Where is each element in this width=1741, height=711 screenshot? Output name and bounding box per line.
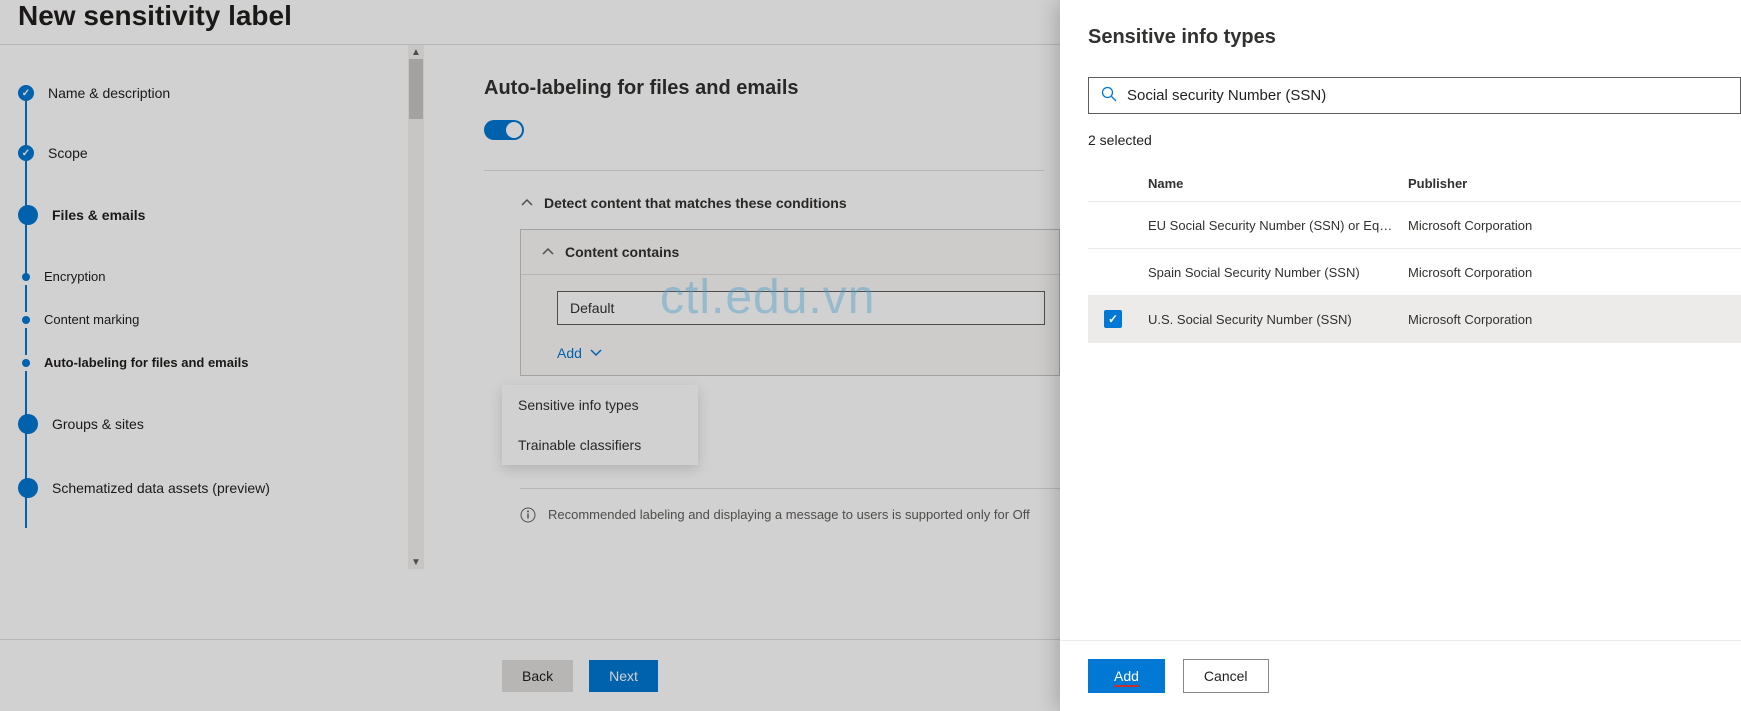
row-name: Spain Social Security Number (SSN): [1148, 265, 1408, 280]
chevron-up-icon: [541, 245, 555, 259]
chevron-down-icon: [590, 345, 602, 361]
check-icon: [18, 85, 34, 101]
autolabel-toggle[interactable]: [484, 120, 524, 140]
step-current-icon: [18, 205, 38, 225]
sensitive-info-types-panel: Sensitive info types 2 selected Name Pub…: [1060, 0, 1741, 711]
table-header: Name Publisher: [1088, 166, 1741, 202]
results-table: Name Publisher EU Social Security Number…: [1088, 166, 1741, 343]
step-encryption[interactable]: Encryption: [18, 269, 414, 284]
row-checkbox[interactable]: [1104, 310, 1122, 328]
back-button[interactable]: Back: [502, 660, 573, 692]
next-button[interactable]: Next: [589, 660, 658, 692]
substep-dot-icon: [22, 273, 30, 281]
row-publisher: Microsoft Corporation: [1408, 218, 1741, 233]
page-title: New sensitivity label: [0, 0, 1060, 45]
row-publisher: Microsoft Corporation: [1408, 312, 1741, 327]
panel-add-button[interactable]: Add: [1088, 659, 1165, 693]
step-files-emails[interactable]: Files & emails: [18, 205, 414, 225]
watermark-text: ctl.edu.vn: [660, 270, 875, 325]
step-content-marking[interactable]: Content marking: [18, 312, 414, 327]
scroll-up-arrow-icon[interactable]: ▲: [411, 47, 421, 57]
toggle-knob-icon: [506, 122, 522, 138]
substep-dot-icon: [22, 316, 30, 324]
wizard-background: New sensitivity label ▲ ▼ Name & descrip…: [0, 0, 1060, 711]
column-header-publisher[interactable]: Publisher: [1408, 176, 1741, 191]
search-box[interactable]: [1088, 77, 1741, 114]
chevron-up-icon: [520, 196, 534, 210]
menu-item-sensitive-info-types[interactable]: Sensitive info types: [502, 385, 698, 425]
add-classifier-dropdown[interactable]: Add: [521, 341, 1059, 375]
step-schematized-data[interactable]: Schematized data assets (preview): [18, 478, 414, 498]
detect-conditions-header[interactable]: Detect content that matches these condit…: [520, 195, 1060, 211]
wizard-steps-column: ▲ ▼ Name & description Scope: [0, 45, 424, 708]
add-dropdown-menu: Sensitive info types Trainable classifie…: [502, 385, 698, 465]
row-name: U.S. Social Security Number (SSN): [1148, 312, 1408, 327]
wizard-footer: Back Next: [0, 639, 1060, 711]
column-header-name[interactable]: Name: [1148, 176, 1408, 191]
row-publisher: Microsoft Corporation: [1408, 265, 1741, 280]
row-name: EU Social Security Number (SSN) or Equ…: [1148, 218, 1408, 233]
step-dot-icon: [18, 478, 38, 498]
search-input[interactable]: [1127, 87, 1728, 104]
check-icon: [18, 145, 34, 161]
content-contains-header[interactable]: Content contains: [521, 230, 1059, 275]
content-heading: Auto-labeling for files and emails: [484, 77, 1060, 100]
scroll-down-arrow-icon[interactable]: ▼: [411, 557, 421, 567]
selected-count: 2 selected: [1088, 132, 1741, 148]
table-row[interactable]: Spain Social Security Number (SSN) Micro…: [1088, 249, 1741, 296]
panel-cancel-button[interactable]: Cancel: [1183, 659, 1269, 693]
menu-item-trainable-classifiers[interactable]: Trainable classifiers: [502, 425, 698, 465]
step-name-description[interactable]: Name & description: [18, 85, 414, 101]
info-message: Recommended labeling and displaying a me…: [520, 488, 1060, 526]
table-row[interactable]: U.S. Social Security Number (SSN) Micros…: [1088, 296, 1741, 343]
content-column: Auto-labeling for files and emails Detec…: [424, 45, 1060, 708]
step-autolabeling[interactable]: Auto-labeling for files and emails: [18, 355, 414, 370]
substep-dot-icon: [22, 359, 30, 367]
step-groups-sites[interactable]: Groups & sites: [18, 414, 414, 434]
panel-footer: Add Cancel: [1060, 640, 1741, 711]
search-icon: [1101, 86, 1117, 105]
step-scope[interactable]: Scope: [18, 145, 414, 161]
info-icon: [520, 507, 536, 526]
step-dot-icon: [18, 414, 38, 434]
panel-title: Sensitive info types: [1088, 26, 1741, 49]
table-row[interactable]: EU Social Security Number (SSN) or Equ… …: [1088, 202, 1741, 249]
